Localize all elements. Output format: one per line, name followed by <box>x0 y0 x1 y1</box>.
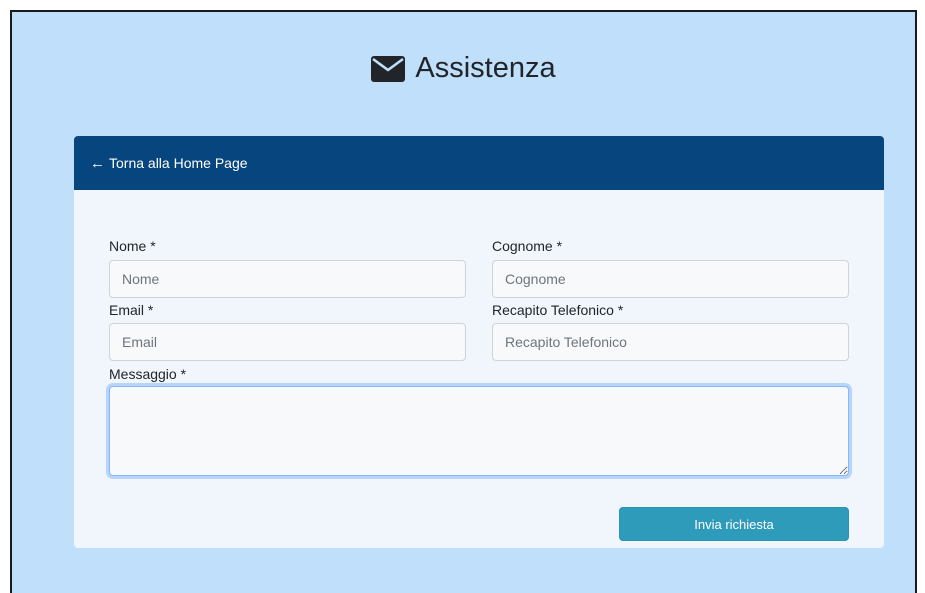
messaggio-textarea[interactable] <box>109 386 849 476</box>
nome-input[interactable] <box>109 260 466 298</box>
submit-button[interactable]: Invia richiesta <box>619 507 849 541</box>
back-to-home-link[interactable]: ← Torna alla Home Page <box>90 155 248 171</box>
email-label: Email * <box>109 302 154 318</box>
envelope-icon <box>371 55 406 82</box>
telefono-label: Recapito Telefonico * <box>492 302 624 318</box>
support-form-card: ← Torna alla Home Page Nome * Cognome * … <box>74 136 884 548</box>
cognome-label: Cognome * <box>492 238 563 254</box>
page-title: Assistenza <box>12 52 915 90</box>
telefono-input[interactable] <box>492 323 849 361</box>
messaggio-label: Messaggio * <box>109 366 187 382</box>
page-title-text: Assistenza <box>415 52 556 84</box>
cognome-input[interactable] <box>492 260 849 298</box>
card-header: ← Torna alla Home Page <box>74 136 884 190</box>
nome-label: Nome * <box>109 238 156 254</box>
page-background: Assistenza ← Torna alla Home Page Nome *… <box>10 10 917 593</box>
email-input[interactable] <box>109 323 466 361</box>
arrow-left-icon: ← <box>90 154 105 172</box>
back-link-label: Torna alla Home Page <box>109 155 248 171</box>
